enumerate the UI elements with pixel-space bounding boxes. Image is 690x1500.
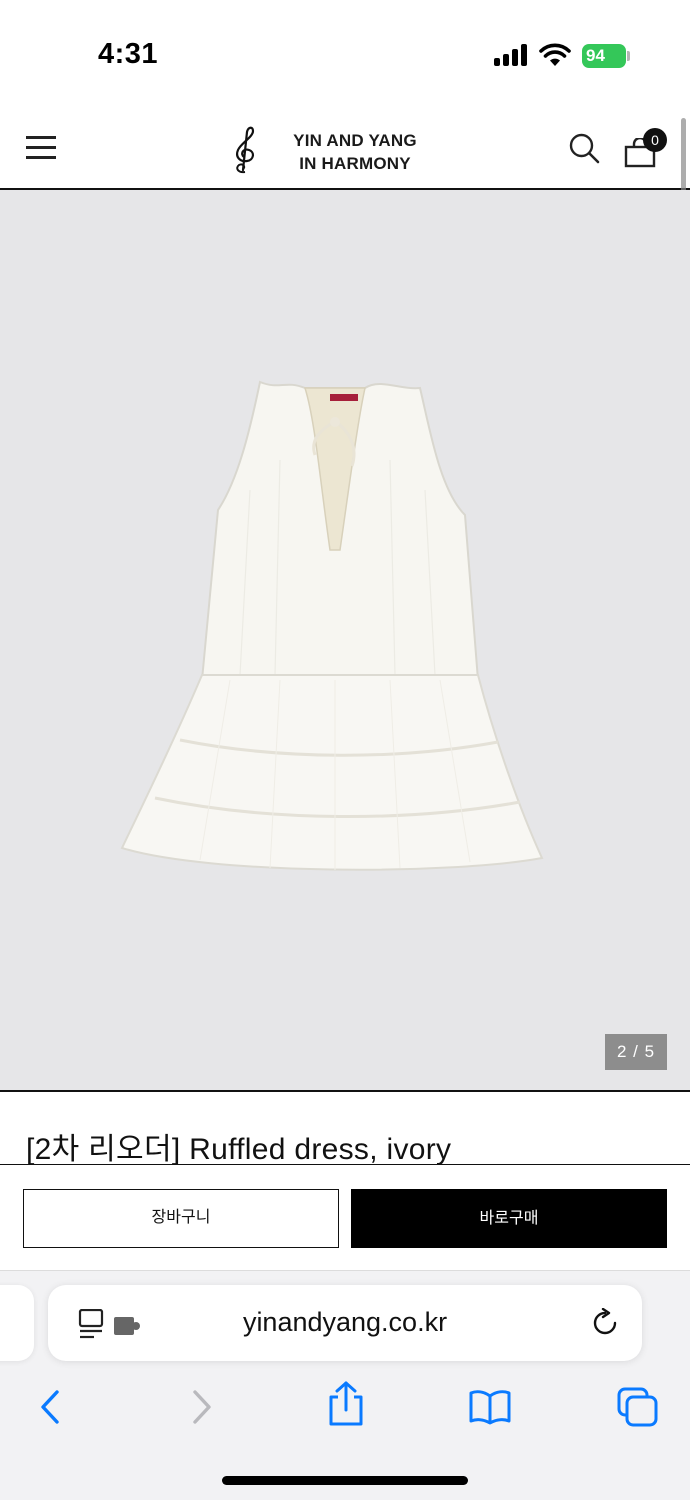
url-text: yinandyang.co.kr [242, 1307, 448, 1337]
slide-counter: 2 / 5 [605, 1034, 667, 1070]
status-bar: 4:31 94 [0, 0, 690, 108]
home-indicator[interactable] [222, 1476, 468, 1485]
buy-now-button[interactable]: 바로구매 [351, 1189, 667, 1248]
dress-image [120, 380, 544, 871]
add-to-cart-button[interactable]: 장바구니 [23, 1189, 339, 1248]
cart-button[interactable]: 0 [624, 128, 668, 168]
reload-icon[interactable] [590, 1308, 620, 1338]
site-header: YIN AND YANG IN HARMONY 0 [0, 108, 690, 190]
treble-clef-logo [236, 126, 255, 174]
product-image[interactable]: 2 / 5 [0, 190, 690, 1092]
battery-level: 94 [586, 46, 605, 65]
purchase-action-bar: 장바구니 바로구매 [0, 1164, 690, 1270]
extension-icon [114, 1317, 140, 1335]
cellular-signal-icon [494, 44, 530, 66]
reader-mode-icon[interactable] [78, 1309, 144, 1339]
logo-line-2: IN HARMONY [299, 154, 411, 173]
back-icon[interactable] [30, 1387, 74, 1427]
forward-icon[interactable] [178, 1387, 222, 1427]
address-bar[interactable]: yinandyang.co.kr [48, 1285, 642, 1361]
logo-text: YIN AND YANG IN HARMONY [280, 129, 430, 175]
logo-line-1: YIN AND YANG [293, 131, 417, 150]
battery-tip [627, 51, 630, 61]
wifi-icon [539, 43, 571, 66]
battery-charging-icon: 94 [582, 44, 626, 68]
product-title: [2차 리오더] Ruffled dress, ivory [26, 1133, 452, 1166]
hamburger-menu-icon[interactable] [26, 134, 56, 160]
cart-count-badge: 0 [643, 128, 667, 152]
browser-toolbar: yinandyang.co.kr [0, 1270, 690, 1500]
status-time: 4:31 [98, 38, 159, 70]
share-icon[interactable] [324, 1381, 368, 1427]
previous-tab-preview[interactable] [0, 1285, 34, 1361]
site-logo[interactable]: YIN AND YANG IN HARMONY [226, 122, 446, 178]
bookmarks-icon[interactable] [468, 1387, 512, 1427]
tabs-icon[interactable] [616, 1387, 660, 1427]
search-icon[interactable] [568, 132, 600, 164]
